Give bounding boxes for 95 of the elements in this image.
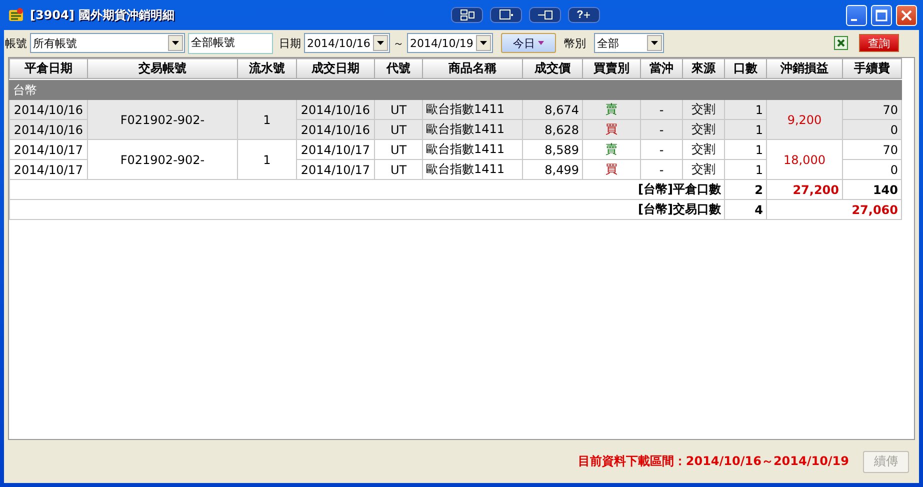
table-cell: 歐台指數1411 (422, 140, 522, 160)
currency-dropdown[interactable]: 全部 (594, 33, 664, 53)
table-cell: 2014/10/16 (10, 120, 88, 140)
table-cell: 2014/10/16 (10, 100, 88, 120)
table-cell: 交割 (682, 100, 724, 120)
table-cell: 買 (582, 120, 640, 140)
column-header[interactable]: 成交日期 (296, 58, 374, 78)
maximize-icon (875, 8, 888, 22)
download-range-text: 目前資料下載區間：2014/10/16～2014/10/19 (578, 453, 849, 470)
table-cell: 交割 (682, 140, 724, 160)
table-cell: 0 (842, 120, 902, 140)
column-header[interactable]: 平倉日期 (10, 58, 88, 78)
table-cell: 70 (842, 140, 902, 160)
table-cell: 2014/10/17 (10, 140, 88, 160)
table-cell: 歐台指數1411 (422, 120, 522, 140)
maximize-button[interactable] (871, 4, 892, 26)
close-button[interactable] (896, 4, 917, 26)
column-header[interactable]: 當沖 (640, 58, 682, 78)
date-from-picker[interactable]: 2014/10/16 (304, 33, 390, 53)
group-header: 台幣 (10, 80, 902, 100)
table-cell: 140 (842, 180, 902, 200)
table-cell: 1 (724, 100, 766, 120)
table-cell: 70 (842, 100, 902, 120)
column-header[interactable]: 沖銷損益 (766, 58, 842, 78)
table-cell: 0 (842, 160, 902, 180)
windows-button[interactable] (451, 7, 483, 23)
field-label: 幣別 (564, 36, 586, 50)
table-cell: 8,589 (522, 140, 582, 160)
table-cell: - (640, 160, 682, 180)
date-separator: ～ (393, 36, 404, 50)
column-header[interactable]: 商品名稱 (422, 58, 522, 78)
table-cell: 18,000 (766, 140, 842, 180)
column-header[interactable]: 口數 (724, 58, 766, 78)
pin-button[interactable] (529, 7, 561, 23)
pin-icon (537, 8, 553, 22)
windows-icon (459, 8, 475, 22)
minimize-button[interactable] (846, 4, 867, 26)
table-cell: 27,200 (766, 180, 842, 200)
table-cell: UT (374, 120, 422, 140)
table-cell: 1 (238, 140, 296, 180)
table-cell: 歐台指數1411 (422, 100, 522, 120)
table-cell: 9,200 (766, 100, 842, 140)
column-header[interactable]: 手續費 (842, 58, 902, 78)
table-cell: 2014/10/17 (296, 160, 374, 180)
spreadsheet-icon[interactable] (834, 36, 848, 50)
summary-label: [台幣]平倉口數 (10, 180, 724, 200)
column-header[interactable]: 交易帳號 (88, 58, 238, 78)
field-label: 日期 (279, 36, 301, 50)
table-cell: 交割 (682, 120, 724, 140)
minimize-icon (851, 18, 857, 20)
close-icon (900, 8, 913, 22)
table-cell: F021902-902- (88, 140, 238, 180)
table-cell: 27,060 (766, 200, 902, 220)
table-cell: UT (374, 100, 422, 120)
table-cell: 2014/10/17 (296, 140, 374, 160)
table-cell: 8,499 (522, 160, 582, 180)
table-cell: UT (374, 140, 422, 160)
account-dropdown[interactable]: 所有帳號 (30, 33, 185, 53)
field-label: 帳號 (5, 36, 27, 50)
table-cell: - (640, 120, 682, 140)
table-cell: 1 (724, 120, 766, 140)
summary-label: [台幣]交易口數 (10, 200, 724, 220)
table-cell: 賣 (582, 140, 640, 160)
table-cell: 2 (724, 180, 766, 200)
table-cell: 2014/10/17 (10, 160, 88, 180)
table-cell: - (640, 140, 682, 160)
table-cell: 歐台指數1411 (422, 160, 522, 180)
column-header[interactable]: 來源 (682, 58, 724, 78)
table-cell: 1 (724, 140, 766, 160)
column-header[interactable]: 成交價 (522, 58, 582, 78)
column-header[interactable]: 代號 (374, 58, 422, 78)
account-name-field[interactable]: 全部帳號 (188, 32, 273, 54)
window-icon (498, 8, 514, 22)
caret-icon (538, 41, 544, 46)
table-cell: 交割 (682, 160, 724, 180)
window-button[interactable] (490, 7, 522, 23)
table-cell: 2014/10/16 (296, 100, 374, 120)
plus-button[interactable]: ? (568, 7, 600, 23)
app-logo-icon (8, 7, 24, 23)
table-cell: 1 (238, 100, 296, 140)
table-cell: 2014/10/16 (296, 120, 374, 140)
query-button[interactable]: 查詢 (859, 34, 899, 52)
table-cell: F021902-902- (88, 100, 238, 140)
table-cell: - (640, 100, 682, 120)
table-cell: 賣 (582, 100, 640, 120)
date-to-picker[interactable]: 2014/10/19 (407, 33, 493, 53)
table-cell: 8,628 (522, 120, 582, 140)
table-cell: 8,674 (522, 100, 582, 120)
column-header[interactable]: 流水號 (238, 58, 296, 78)
window-title: [3904] 國外期貨沖銷明細 (29, 6, 175, 24)
column-header[interactable]: 買賣別 (582, 58, 640, 78)
today-button[interactable]: 今日 (501, 33, 556, 53)
table-cell: 4 (724, 200, 766, 220)
table-cell: UT (374, 160, 422, 180)
table-cell: 買 (582, 160, 640, 180)
